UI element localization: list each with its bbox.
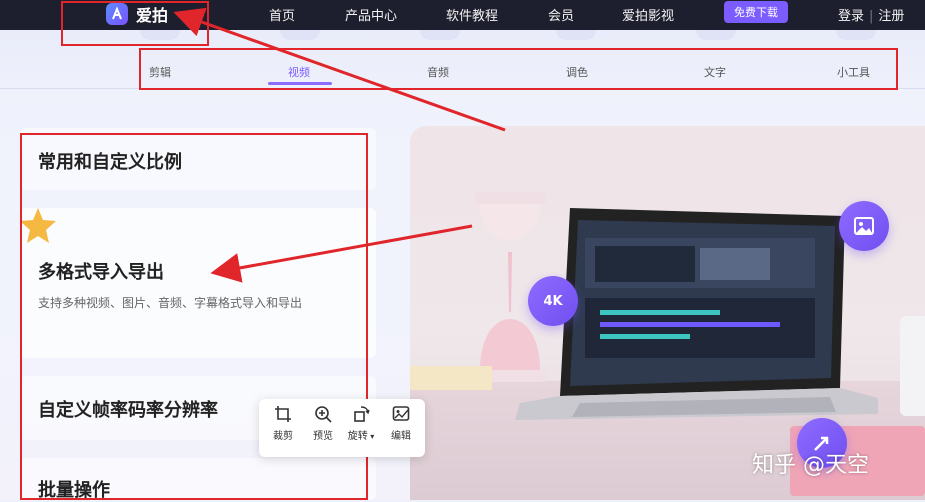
- crop-label: 裁剪: [273, 431, 293, 442]
- crop-button[interactable]: 裁剪: [263, 405, 303, 451]
- rotate-label: 旋转 ▾: [347, 431, 375, 442]
- chevron-down-icon: ▾: [367, 432, 375, 441]
- zoom-in-icon: [315, 406, 332, 423]
- preview-label: 预览: [313, 431, 333, 442]
- image-context-toolbar: 裁剪 预览 旋转 ▾ 编辑: [259, 399, 425, 457]
- preview-button[interactable]: 预览: [303, 405, 343, 451]
- edit-image-icon: [392, 406, 410, 421]
- edit-button[interactable]: 编辑: [381, 405, 421, 451]
- rotate-button[interactable]: 旋转 ▾: [341, 405, 381, 451]
- annotation-arrows: [173, 7, 506, 283]
- rotate-icon: [354, 406, 370, 422]
- watermark: 知乎 @天空: [752, 453, 869, 478]
- edit-label: 编辑: [391, 431, 411, 442]
- crop-icon: [275, 406, 291, 422]
